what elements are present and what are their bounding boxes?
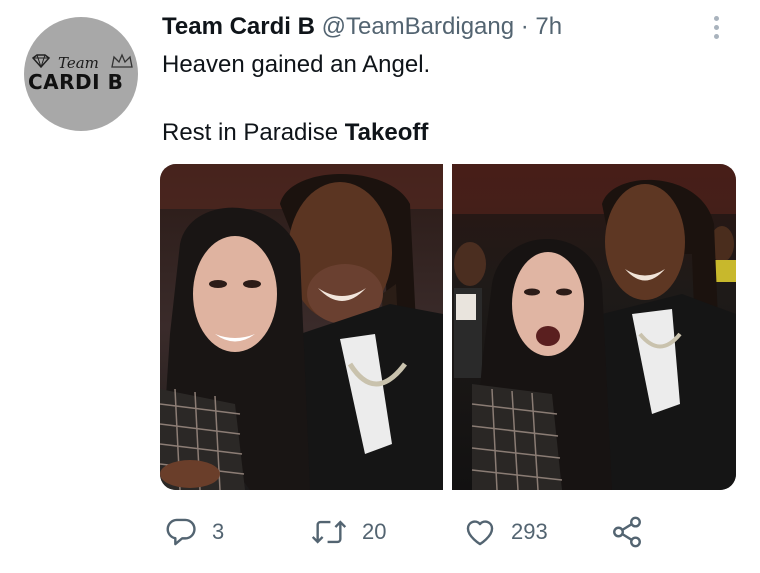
profile-avatar[interactable]: Team CARDI B <box>24 17 138 131</box>
tweet-photo-2[interactable] <box>452 164 736 490</box>
tweet-text-bold: Takeoff <box>344 119 429 146</box>
like-icon <box>466 520 494 546</box>
tweet-text-plain: Rest in Paradise <box>162 119 345 146</box>
tweet-actions-bar: 3 20 293 <box>0 510 760 554</box>
retweet-icon <box>311 520 347 544</box>
tweet-media-grid <box>160 164 736 490</box>
tweet-photo-1[interactable] <box>160 164 443 490</box>
like-button[interactable]: 293 <box>463 510 548 554</box>
tweet-header: Team Cardi B @TeamBardigang · 7h <box>162 13 562 43</box>
retweet-count: 20 <box>362 519 387 544</box>
share-button[interactable] <box>610 510 644 554</box>
separator-dot: · <box>520 13 529 40</box>
crown-icon <box>111 53 133 68</box>
more-options-icon[interactable] <box>704 12 728 42</box>
like-count: 293 <box>511 519 548 544</box>
diamond-icon <box>31 54 51 68</box>
reply-icon <box>166 518 196 546</box>
retweet-button[interactable]: 20 <box>310 510 386 554</box>
reply-button[interactable]: 3 <box>164 510 224 554</box>
user-handle[interactable]: @TeamBardigang <box>322 13 514 40</box>
tweet-timestamp[interactable]: 7h <box>535 13 562 40</box>
reply-count: 3 <box>212 519 225 544</box>
display-name[interactable]: Team Cardi B <box>162 13 315 40</box>
share-icon <box>613 516 641 548</box>
tweet-text-line1: Heaven gained an Angel. <box>162 51 431 78</box>
tweet-text-line2: Rest in Paradise Takeoff <box>162 119 428 147</box>
avatar-cardi-text: CARDI B <box>28 70 124 94</box>
